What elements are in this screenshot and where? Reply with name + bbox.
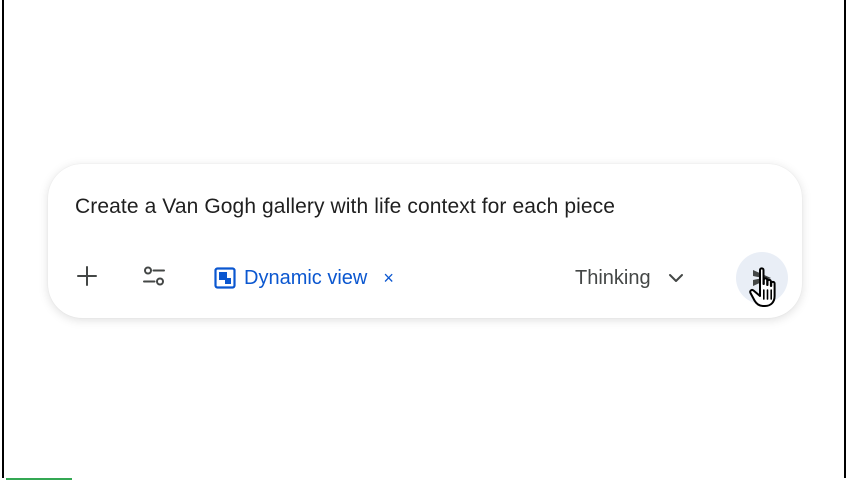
prompt-input-text[interactable]: Create a Van Gogh gallery with life cont… xyxy=(75,195,615,219)
chip-close-button[interactable]: × xyxy=(383,269,394,287)
dynamic-view-icon xyxy=(214,267,236,289)
chevron-down-icon xyxy=(668,274,683,282)
add-button[interactable] xyxy=(67,256,107,296)
bottom-accent-bar xyxy=(6,478,72,480)
send-button[interactable] xyxy=(736,252,788,304)
prompt-toolbar: Dynamic view × Thinking xyxy=(48,252,802,307)
dynamic-view-chip[interactable]: Dynamic view × xyxy=(214,264,394,292)
prompt-input-card[interactable]: Create a Van Gogh gallery with life cont… xyxy=(48,164,802,318)
dynamic-view-label: Dynamic view xyxy=(244,266,368,289)
tools-button[interactable] xyxy=(134,256,174,296)
plus-icon xyxy=(77,266,97,286)
send-icon xyxy=(753,270,771,286)
tune-settings-icon xyxy=(143,266,165,286)
mode-selector[interactable]: Thinking xyxy=(575,264,685,292)
mode-label: Thinking xyxy=(575,266,651,289)
